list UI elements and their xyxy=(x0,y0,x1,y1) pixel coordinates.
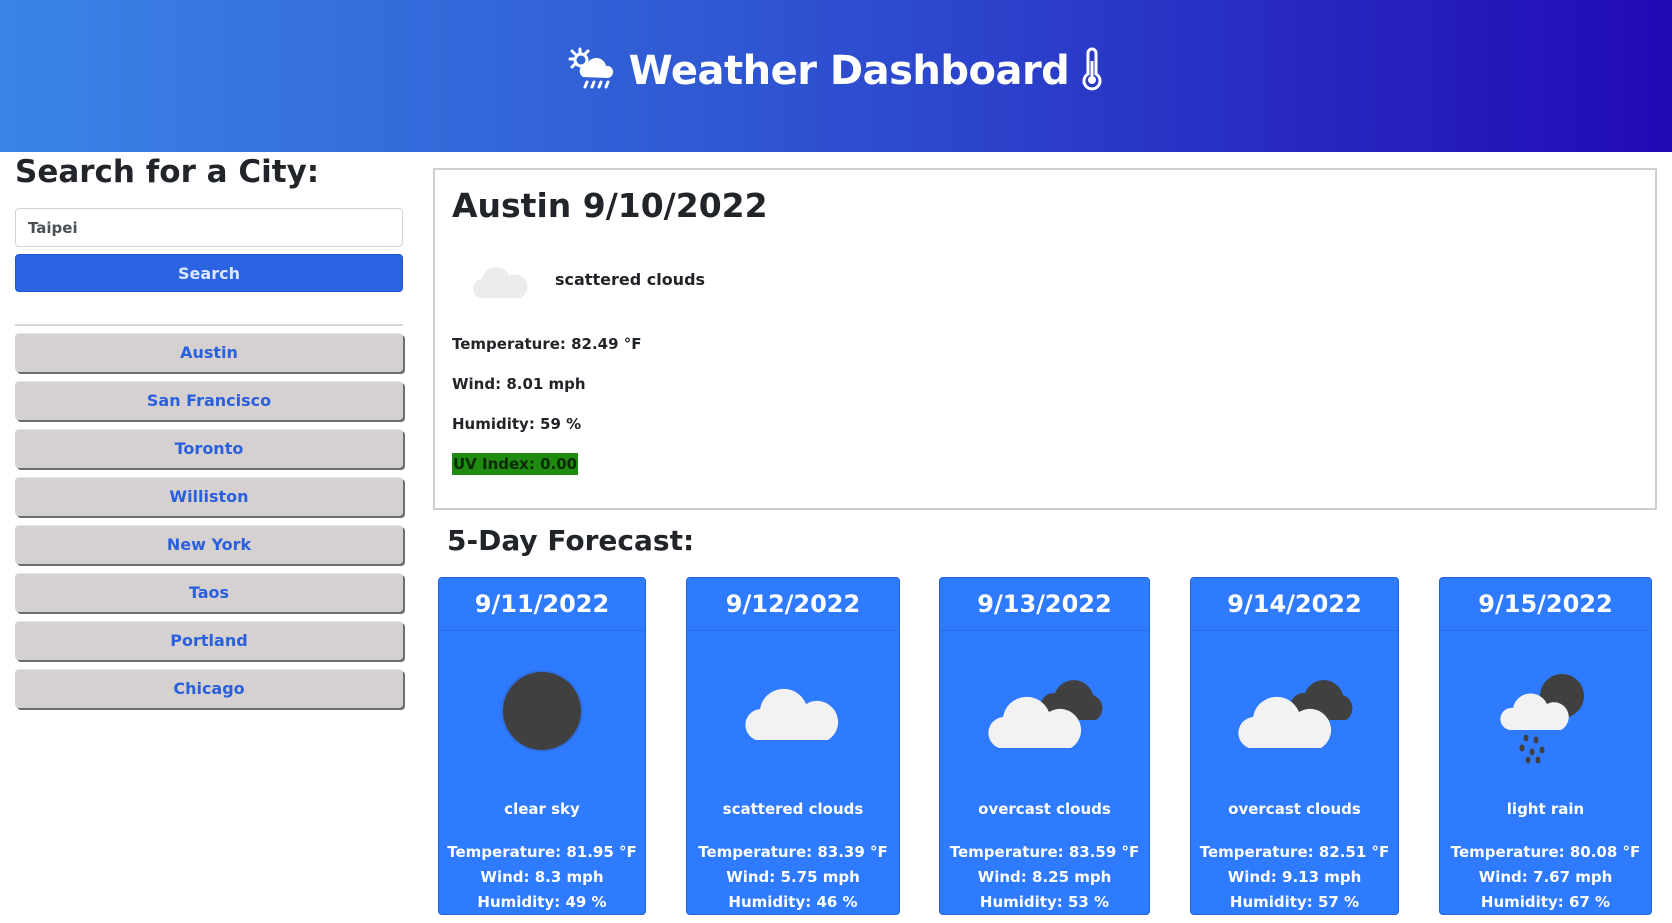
search-history-list: Austin San Francisco Toronto Williston N… xyxy=(15,333,403,717)
forecast-date: 9/13/2022 xyxy=(940,578,1149,631)
history-city-button[interactable]: Williston xyxy=(15,477,403,516)
forecast-stats: Temperature: 82.51 °F Wind: 9.13 mph Hum… xyxy=(1191,840,1398,915)
divider xyxy=(15,324,403,326)
current-wind: Wind: 8.01 mph xyxy=(452,375,586,393)
overcast-clouds-icon xyxy=(940,668,1149,752)
current-weather-card: Austin 9/10/2022 scattered clouds Temper… xyxy=(433,168,1657,510)
forecast-humidity: Humidity: 46 % xyxy=(728,893,858,911)
search-heading: Search for a City: xyxy=(15,154,320,190)
forecast-date: 9/15/2022 xyxy=(1440,578,1651,631)
forecast-temperature: Temperature: 83.59 °F xyxy=(949,843,1140,861)
forecast-temperature: Temperature: 83.39 °F xyxy=(698,843,888,861)
history-city-button[interactable]: Taos xyxy=(15,573,403,612)
forecast-humidity: Humidity: 53 % xyxy=(979,893,1110,911)
cloud-sun-rain-icon xyxy=(567,47,619,95)
forecast-card: 9/14/2022 overcast clouds Temperature: 8… xyxy=(1190,577,1399,915)
current-humidity: Humidity: 59 % xyxy=(452,415,582,433)
forecast-date: 9/11/2022 xyxy=(439,578,645,631)
city-search-input[interactable] xyxy=(15,208,403,247)
history-city-button[interactable]: New York xyxy=(15,525,403,564)
history-city-button[interactable]: Portland xyxy=(15,621,403,660)
forecast-card: 9/15/2022 light rain Temperature: 80.08 … xyxy=(1439,577,1652,915)
thermometer-icon xyxy=(1079,47,1105,95)
forecast-wind: Wind: 8.25 mph xyxy=(977,868,1112,886)
forecast-wind: Wind: 7.67 mph xyxy=(1478,868,1613,886)
forecast-temperature: Temperature: 80.08 °F xyxy=(1450,843,1641,861)
forecast-stats: Temperature: 83.39 °F Wind: 5.75 mph Hum… xyxy=(687,840,899,915)
forecast-description: overcast clouds xyxy=(978,800,1111,818)
history-city-button[interactable]: Toronto xyxy=(15,429,403,468)
page-title: Weather Dashboard xyxy=(628,48,1070,94)
forecast-wind: Wind: 8.3 mph xyxy=(480,868,604,886)
scattered-clouds-icon xyxy=(469,258,531,308)
scattered-clouds-icon xyxy=(687,668,899,748)
current-description: scattered clouds xyxy=(555,270,706,289)
forecast-temperature: Temperature: 81.95 °F xyxy=(447,843,637,861)
history-city-button[interactable]: San Francisco xyxy=(15,381,403,420)
uv-index-badge: UV Index: 0.00 xyxy=(452,453,579,475)
forecast-wind: Wind: 5.75 mph xyxy=(726,868,860,886)
forecast-date: 9/12/2022 xyxy=(687,578,899,631)
forecast-description: overcast clouds xyxy=(1228,800,1361,818)
history-city-button[interactable]: Chicago xyxy=(15,669,403,708)
clear-sky-icon xyxy=(439,668,645,754)
forecast-wind: Wind: 9.13 mph xyxy=(1227,868,1362,886)
forecast-temperature: Temperature: 82.51 °F xyxy=(1199,843,1390,861)
forecast-humidity: Humidity: 57 % xyxy=(1229,893,1360,911)
header-banner: Weather Dashboard xyxy=(0,0,1672,152)
forecast-stats: Temperature: 83.59 °F Wind: 8.25 mph Hum… xyxy=(940,840,1149,915)
overcast-clouds-icon xyxy=(1191,668,1398,752)
forecast-stats: Temperature: 80.08 °F Wind: 7.67 mph Hum… xyxy=(1440,840,1651,915)
light-rain-icon xyxy=(1440,668,1651,764)
forecast-card: 9/12/2022 scattered clouds Temperature: … xyxy=(686,577,900,915)
forecast-description: light rain xyxy=(1506,800,1585,818)
forecast-description: clear sky xyxy=(504,800,580,818)
forecast-heading: 5-Day Forecast: xyxy=(447,524,695,557)
forecast-description: scattered clouds xyxy=(722,800,864,818)
search-button[interactable]: Search xyxy=(15,254,403,292)
forecast-card: 9/13/2022 overcast clouds Temperature: 8… xyxy=(939,577,1150,915)
forecast-stats: Temperature: 81.95 °F Wind: 8.3 mph Humi… xyxy=(439,840,645,915)
header-content: Weather Dashboard xyxy=(567,47,1106,95)
current-temperature: Temperature: 82.49 °F xyxy=(452,335,642,353)
forecast-card: 9/11/2022 clear sky Temperature: 81.95 °… xyxy=(438,577,646,915)
forecast-humidity: Humidity: 67 % xyxy=(1480,893,1611,911)
forecast-humidity: Humidity: 49 % xyxy=(477,893,607,911)
history-city-button[interactable]: Austin xyxy=(15,333,403,372)
current-city-date: Austin 9/10/2022 xyxy=(452,186,768,225)
forecast-date: 9/14/2022 xyxy=(1191,578,1398,631)
